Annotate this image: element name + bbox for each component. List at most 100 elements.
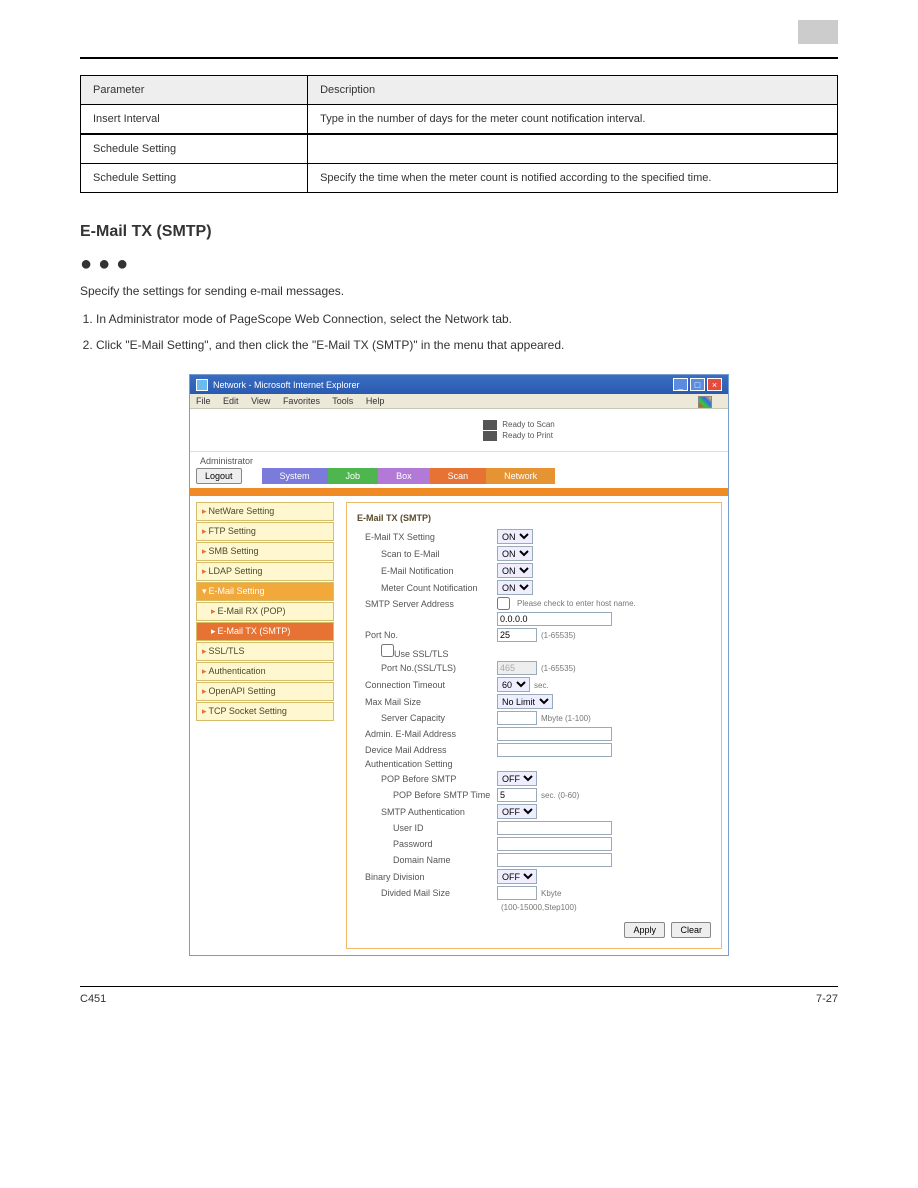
footer-model: C451 <box>80 993 106 1005</box>
nav-email-setting[interactable]: ▾E-Mail Setting <box>196 582 334 601</box>
step-2: Click "E-Mail Setting", and then click t… <box>96 335 838 357</box>
nav-auth[interactable]: ▸Authentication <box>196 662 334 681</box>
tab-network[interactable]: Network <box>486 468 555 484</box>
menu-help[interactable]: Help <box>366 396 385 406</box>
sel-smtpauth[interactable]: OFF <box>497 804 537 819</box>
sel-popbefore[interactable]: OFF <box>497 771 537 786</box>
menu-view[interactable]: View <box>251 396 270 406</box>
sel-scan-email[interactable]: ON <box>497 546 533 561</box>
inp-deviceemail[interactable] <box>497 743 612 757</box>
maximize-button[interactable]: □ <box>690 378 705 391</box>
inp-poptime[interactable] <box>497 788 537 802</box>
admin-label: Administrator <box>190 452 728 468</box>
cell-desc-1 <box>308 135 838 164</box>
section-title: E-Mail TX (SMTP) <box>80 223 838 241</box>
lbl-domain: Domain Name <box>357 855 497 865</box>
inp-smtp-server[interactable] <box>497 612 612 626</box>
sel-bindiv[interactable]: OFF <box>497 869 537 884</box>
th-description: Description <box>308 76 838 105</box>
menu-tools[interactable]: Tools <box>332 396 353 406</box>
lbl-adminemail: Admin. E-Mail Address <box>357 729 497 739</box>
cell-desc-2: Specify the time when the meter count is… <box>308 164 838 193</box>
main-panel: E-Mail TX (SMTP) E-Mail TX SettingON Sca… <box>346 502 722 949</box>
lbl-email-notif: E-Mail Notification <box>357 566 497 576</box>
nav-smb[interactable]: ▸SMB Setting <box>196 542 334 561</box>
menu-edit[interactable]: Edit <box>223 396 239 406</box>
lbl-port-ssl: Port No.(SSL/TLS) <box>357 663 497 673</box>
lbl-poptime: POP Before SMTP Time <box>357 790 497 800</box>
nav-ldap[interactable]: ▸LDAP Setting <box>196 562 334 581</box>
clear-button[interactable]: Clear <box>671 922 711 938</box>
nav-netware[interactable]: ▸NetWare Setting <box>196 502 334 521</box>
lbl-userid: User ID <box>357 823 497 833</box>
lbl-scan-email: Scan to E-Mail <box>357 549 497 559</box>
tab-job[interactable]: Job <box>328 468 379 484</box>
chk-use-ssl[interactable] <box>381 644 394 657</box>
nav-email-tx[interactable]: ▸E-Mail TX (SMTP) <box>196 622 334 641</box>
inp-adminemail[interactable] <box>497 727 612 741</box>
lbl-servercap: Server Capacity <box>357 713 497 723</box>
cell-param-1: Schedule Setting <box>81 135 308 164</box>
printer-icon <box>483 431 497 441</box>
minimize-button[interactable]: _ <box>673 378 688 391</box>
nav-email-rx[interactable]: ▸E-Mail RX (POP) <box>196 602 334 621</box>
sel-tx-setting[interactable]: ON <box>497 529 533 544</box>
sel-meter-notif[interactable]: ON <box>497 580 533 595</box>
nav-tcpsocket[interactable]: ▸TCP Socket Setting <box>196 702 334 721</box>
chapter-badge <box>80 20 838 47</box>
cell-param-2: Schedule Setting <box>81 164 308 193</box>
nav-ssl[interactable]: ▸SSL/TLS <box>196 642 334 661</box>
device-status: Ready to Scan Ready to Print <box>483 419 554 442</box>
menu-favorites[interactable]: Favorites <box>283 396 320 406</box>
chk-hostname[interactable] <box>497 597 510 610</box>
inp-password[interactable] <box>497 837 612 851</box>
sel-timeout[interactable]: 60 <box>497 677 530 692</box>
sel-email-notif[interactable]: ON <box>497 563 533 578</box>
inp-port[interactable] <box>497 628 537 642</box>
step-1: In Administrator mode of PageScope Web C… <box>96 309 838 331</box>
inp-domain[interactable] <box>497 853 612 867</box>
orange-divider <box>190 488 728 496</box>
page-footer: C451 7-27 <box>80 986 838 1005</box>
steps-list: In Administrator mode of PageScope Web C… <box>96 309 838 356</box>
scanner-icon <box>483 420 497 430</box>
inp-divsize[interactable] <box>497 886 537 900</box>
nav-ftp[interactable]: ▸FTP Setting <box>196 522 334 541</box>
lbl-port: Port No. <box>357 630 497 640</box>
inp-userid[interactable] <box>497 821 612 835</box>
window-title: Network - Microsoft Internet Explorer <box>213 380 360 390</box>
screenshot-window: Network - Microsoft Internet Explorer _ … <box>189 374 729 956</box>
form-title: E-Mail TX (SMTP) <box>357 513 711 523</box>
ie-icon <box>196 379 208 391</box>
menubar: File Edit View Favorites Tools Help <box>190 394 728 409</box>
tab-scan[interactable]: Scan <box>430 468 487 484</box>
inp-servercap[interactable] <box>497 711 537 725</box>
lbl-timeout: Connection Timeout <box>357 680 497 690</box>
section-dots: ●●● <box>80 253 838 276</box>
lbl-smtp-server: SMTP Server Address <box>357 599 497 609</box>
section-intro: Specify the settings for sending e-mail … <box>80 282 838 301</box>
lbl-password: Password <box>357 839 497 849</box>
lbl-popbefore: POP Before SMTP <box>357 774 497 784</box>
nav-openapi[interactable]: ▸OpenAPI Setting <box>196 682 334 701</box>
lbl-authsetting: Authentication Setting <box>357 759 497 769</box>
tab-box[interactable]: Box <box>378 468 430 484</box>
lbl-use-ssl: Use SSL/TLS <box>357 644 497 659</box>
logout-button[interactable]: Logout <box>196 468 242 484</box>
apply-button[interactable]: Apply <box>624 922 665 938</box>
lbl-smtpauth: SMTP Authentication <box>357 807 497 817</box>
lbl-bindiv: Binary Division <box>357 872 497 882</box>
lbl-maxmail: Max Mail Size <box>357 697 497 707</box>
window-titlebar: Network - Microsoft Internet Explorer _ … <box>190 375 728 394</box>
brand-logo <box>200 415 320 445</box>
cell-desc-0: Type in the number of days for the meter… <box>308 105 838 134</box>
inp-port-ssl <box>497 661 537 675</box>
close-button[interactable]: × <box>707 378 722 391</box>
footer-page: 7-27 <box>816 993 838 1005</box>
parameter-table: Parameter Description Insert Interval Ty… <box>80 75 838 193</box>
sel-maxmail[interactable]: No Limit <box>497 694 553 709</box>
tab-system[interactable]: System <box>262 468 328 484</box>
lbl-divsize: Divided Mail Size <box>357 888 497 898</box>
th-parameter: Parameter <box>81 76 308 105</box>
menu-file[interactable]: File <box>196 396 211 406</box>
